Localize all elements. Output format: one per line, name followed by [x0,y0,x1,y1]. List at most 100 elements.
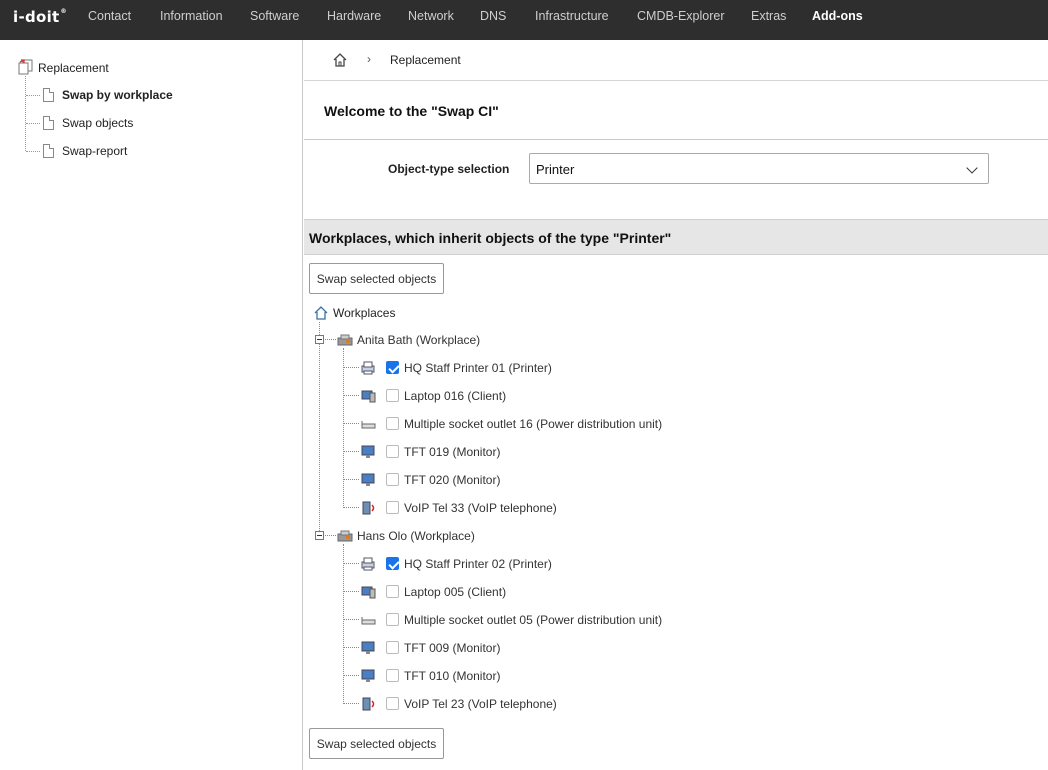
object-type-value: Printer [536,162,575,177]
power-strip-icon [361,421,376,429]
nav-extras[interactable]: Extras [751,9,786,23]
object-label: TFT 010 (Monitor) [404,669,501,683]
swap-selected-button-top[interactable]: Swap selected objects [309,263,444,294]
nav-hardware[interactable]: Hardware [327,9,381,23]
object-label: TFT 009 (Monitor) [404,641,501,655]
tree-connector [319,322,320,535]
tree-connector [26,123,40,124]
printer-icon [361,361,375,375]
tree-connector [344,675,359,676]
chevron-down-icon [966,162,978,174]
workplace-icon [337,530,353,542]
object-checkbox[interactable] [386,613,399,626]
tree-connector [325,535,336,536]
client-icon [361,390,376,403]
nav-dns[interactable]: DNS [480,9,506,23]
object-checkbox[interactable] [386,417,399,430]
document-icon [43,88,54,102]
tree-connector [344,479,359,480]
swap-selected-button-bottom[interactable]: Swap selected objects [309,728,444,759]
breadcrumb-current[interactable]: Replacement [390,53,461,67]
document-icon [43,116,54,130]
object-checkbox[interactable] [386,697,399,710]
object-checkbox[interactable] [386,473,399,486]
section-title: Workplaces, which inherit objects of the… [309,230,672,246]
nav-software[interactable]: Software [250,9,299,23]
collapse-toggle[interactable] [315,531,324,540]
voip-phone-icon [362,697,375,711]
home-icon[interactable] [332,52,348,68]
sidebar-item-swap-objects[interactable]: Swap objects [62,116,133,130]
section-header: Workplaces, which inherit objects of the… [304,219,1048,255]
workplace-label[interactable]: Hans Olo (Workplace) [357,529,475,543]
tree-connector [343,544,344,704]
object-label: TFT 020 (Monitor) [404,473,501,487]
tree-connector [344,563,359,564]
tree-connector [26,95,40,96]
tree-connector [343,348,344,508]
tree-connector [344,395,359,396]
breadcrumb-separator: › [367,52,371,66]
object-label: HQ Staff Printer 01 (Printer) [404,361,552,375]
client-icon [361,586,376,599]
object-checkbox[interactable] [386,669,399,682]
object-type-label: Object-type selection [388,162,510,176]
main-content: › Replacement Welcome to the "Swap CI" O… [304,40,1048,770]
tree-connector [25,76,26,151]
tree-connector [344,507,359,508]
home-icon [314,306,328,320]
sidebar-root-replacement[interactable]: Replacement [38,61,109,75]
welcome-banner: Welcome to the "Swap CI" [304,80,1048,140]
tree-connector [344,591,359,592]
nav-contact[interactable]: Contact [88,9,131,23]
object-label: Multiple socket outlet 05 (Power distrib… [404,613,663,627]
tree-connector [26,151,40,152]
nav-network[interactable]: Network [408,9,454,23]
object-label: VoIP Tel 33 (VoIP telephone) [404,501,557,515]
page-title: Welcome to the "Swap CI" [324,103,499,119]
object-label: HQ Staff Printer 02 (Printer) [404,557,552,571]
sidebar: Replacement Swap by workplace Swap objec… [0,40,303,770]
nav-cmdb-explorer[interactable]: CMDB-Explorer [637,9,725,23]
app-logo[interactable]: i-doit® [13,8,67,26]
voip-phone-icon [362,501,375,515]
monitor-icon [361,473,375,486]
replacement-icon [18,59,33,75]
tree-connector [344,451,359,452]
nav-add-ons[interactable]: Add-ons [812,9,863,23]
object-label: Multiple socket outlet 16 (Power distrib… [404,417,663,431]
tree-connector [344,703,359,704]
top-nav-bar: i-doit® Contact Information Software Har… [0,0,1048,40]
tree-root-workplaces[interactable]: Workplaces [333,306,395,320]
object-label: TFT 019 (Monitor) [404,445,501,459]
workplace-icon [337,334,353,346]
nav-infrastructure[interactable]: Infrastructure [535,9,609,23]
object-label: VoIP Tel 23 (VoIP telephone) [404,697,557,711]
printer-icon [361,557,375,571]
object-checkbox[interactable] [386,641,399,654]
tree-connector [344,619,359,620]
tree-connector [344,367,359,368]
object-checkbox[interactable] [386,557,399,570]
object-checkbox[interactable] [386,389,399,402]
object-checkbox[interactable] [386,445,399,458]
tree-connector [325,339,336,340]
document-icon [43,144,54,158]
object-checkbox[interactable] [386,361,399,374]
sidebar-item-swap-by-workplace[interactable]: Swap by workplace [62,88,173,102]
workplace-label[interactable]: Anita Bath (Workplace) [357,333,480,347]
object-label: Laptop 016 (Client) [404,389,507,403]
object-checkbox[interactable] [386,501,399,514]
object-type-select[interactable]: Printer [529,153,989,184]
monitor-icon [361,445,375,458]
sidebar-item-swap-report[interactable]: Swap-report [62,144,127,158]
object-checkbox[interactable] [386,585,399,598]
tree-connector [344,423,359,424]
collapse-toggle[interactable] [315,335,324,344]
breadcrumb: › Replacement [304,40,1048,80]
object-label: Laptop 005 (Client) [404,585,507,599]
power-strip-icon [361,617,376,625]
monitor-icon [361,669,375,682]
nav-information[interactable]: Information [160,9,223,23]
tree-connector [344,647,359,648]
